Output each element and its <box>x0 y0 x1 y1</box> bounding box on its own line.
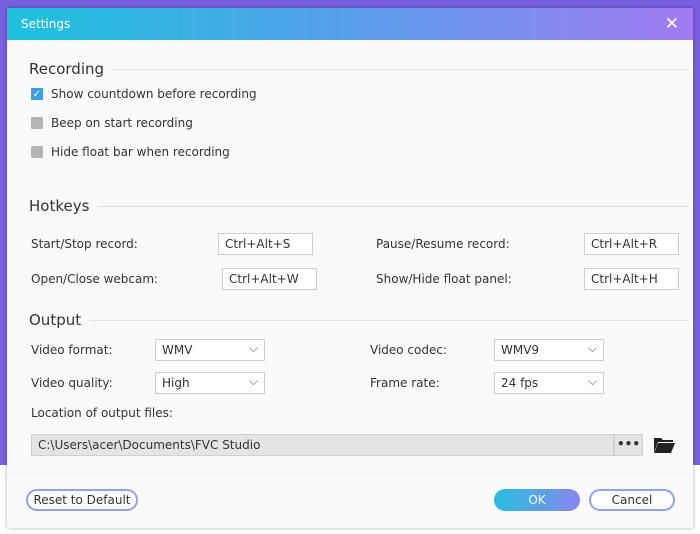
chevron-down-icon: ⌵ <box>587 374 597 388</box>
reset-to-default-button[interactable]: Reset to Default <box>26 489 138 511</box>
start-stop-hotkey-input[interactable]: Ctrl+Alt+S <box>218 233 313 255</box>
select-value: 24 fps <box>501 376 539 390</box>
chevron-down-icon: ⌵ <box>248 341 258 355</box>
checkbox-beep[interactable]: Beep on start recording <box>31 116 193 130</box>
section-hotkeys: Hotkeys <box>29 197 689 215</box>
frame-rate-select[interactable]: 24 fps ⌵ <box>494 372 604 394</box>
checkbox-label: Beep on start recording <box>51 116 193 130</box>
folder-icon[interactable] <box>653 436 675 454</box>
select-value: WMV <box>162 343 193 357</box>
footer-divider <box>7 473 693 474</box>
webcam-hotkey-input[interactable]: Ctrl+Alt+W <box>222 268 317 290</box>
chevron-down-icon: ⌵ <box>587 341 597 355</box>
settings-dialog: Settings ✕ Recording ✓ Show countdown bef… <box>7 8 693 528</box>
video-format-label: Video format: <box>31 343 113 357</box>
webcam-label: Open/Close webcam: <box>31 272 159 286</box>
pause-resume-hotkey-input[interactable]: Ctrl+Alt+R <box>584 233 679 255</box>
location-label: Location of output files: <box>31 406 173 420</box>
checkbox-checked-icon[interactable]: ✓ <box>31 88 43 100</box>
cancel-button[interactable]: Cancel <box>589 489 675 511</box>
close-icon[interactable]: ✕ <box>665 14 679 34</box>
video-format-select[interactable]: WMV ⌵ <box>155 339 265 361</box>
section-heading: Recording <box>29 60 105 78</box>
checkbox-show-countdown[interactable]: ✓ Show countdown before recording <box>31 87 257 101</box>
chevron-down-icon: ⌵ <box>248 374 258 388</box>
section-output: Output <box>29 311 689 329</box>
pause-resume-label: Pause/Resume record: <box>376 237 510 251</box>
video-quality-select[interactable]: High ⌵ <box>155 372 265 394</box>
float-panel-hotkey-input[interactable]: Ctrl+Alt+H <box>584 268 679 290</box>
select-value: High <box>162 376 190 390</box>
dialog-title: Settings <box>21 17 71 31</box>
output-path-input[interactable]: C:\Users\acer\Documents\FVC Studio <box>31 434 614 456</box>
frame-rate-label: Frame rate: <box>370 376 440 390</box>
checkbox-icon[interactable] <box>31 117 43 129</box>
video-codec-select[interactable]: WMV9 ⌵ <box>494 339 604 361</box>
section-heading: Hotkeys <box>29 197 90 215</box>
browse-button[interactable]: ••• <box>614 434 643 456</box>
float-panel-label: Show/Hide float panel: <box>376 272 512 286</box>
start-stop-label: Start/Stop record: <box>31 237 138 251</box>
section-heading: Output <box>29 311 82 329</box>
ok-button[interactable]: OK <box>494 489 580 511</box>
section-recording: Recording <box>29 60 689 78</box>
checkbox-label: Show countdown before recording <box>51 87 257 101</box>
checkbox-label: Hide float bar when recording <box>51 145 230 159</box>
checkbox-icon[interactable] <box>31 146 43 158</box>
select-value: WMV9 <box>501 343 540 357</box>
title-bar: Settings <box>7 8 693 40</box>
checkbox-hide-float-bar[interactable]: Hide float bar when recording <box>31 145 230 159</box>
video-codec-label: Video codec: <box>370 343 448 357</box>
video-quality-label: Video quality: <box>31 376 113 390</box>
